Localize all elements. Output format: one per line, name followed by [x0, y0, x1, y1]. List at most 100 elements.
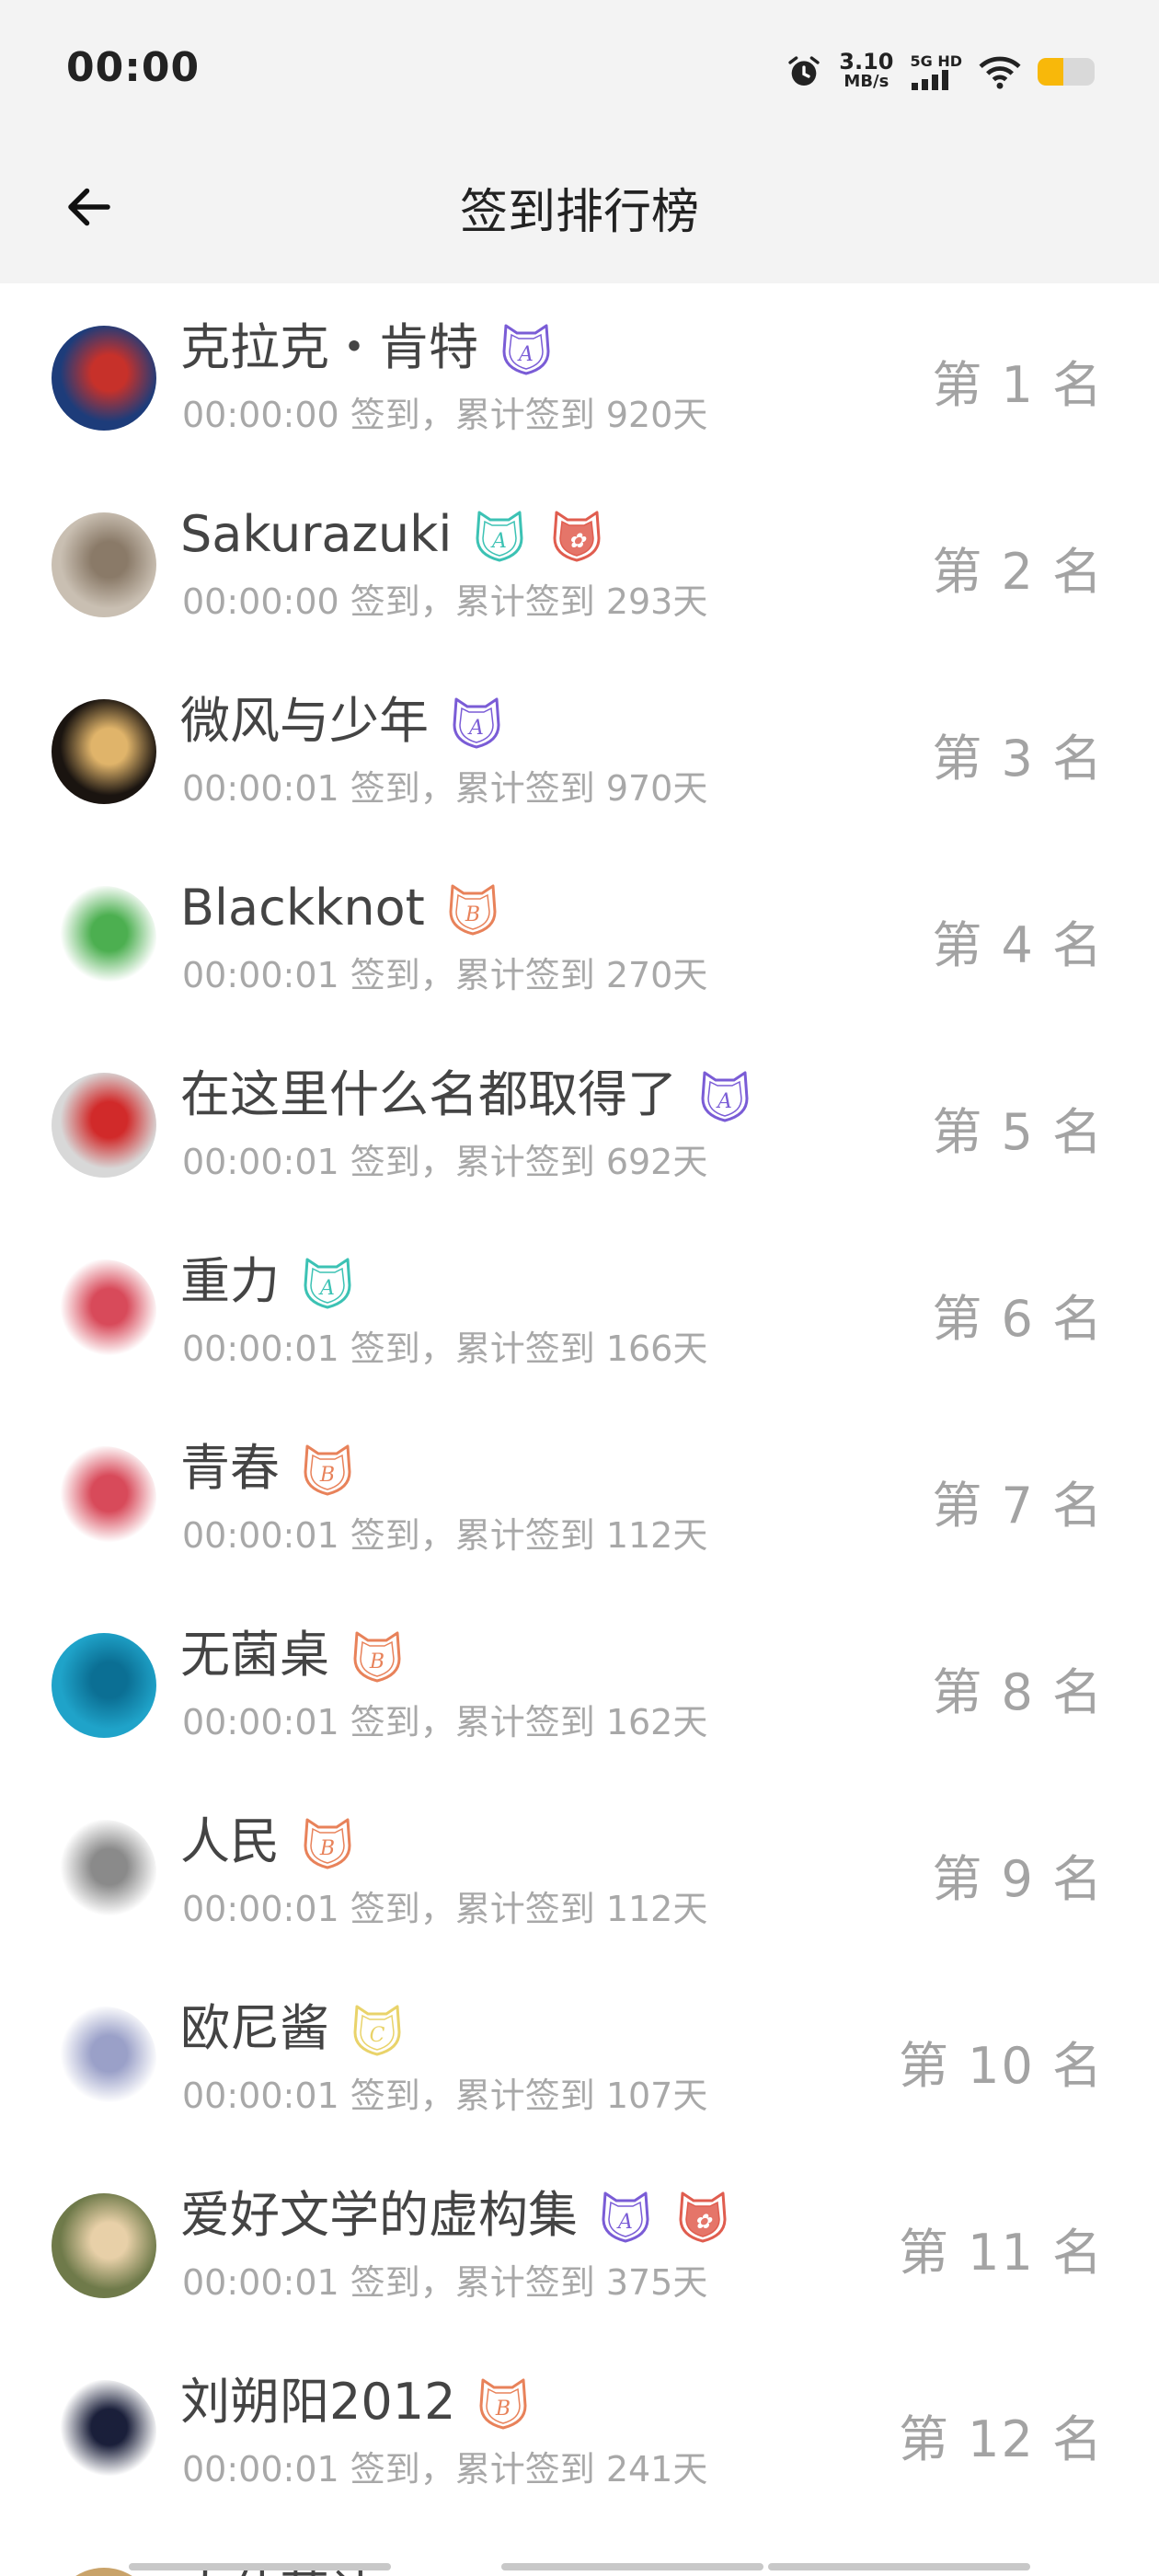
- list-item[interactable]: 重力 A 00:00:01 签到，累计签到 166天 第 6 名: [0, 1217, 1159, 1404]
- scroll-indicator: [768, 2563, 1030, 2570]
- rank-label: 第 1 名: [932, 356, 1104, 414]
- sign-in-info: 00:00:01 签到，累计签到 970天: [182, 768, 708, 809]
- user-name: 克拉克・肯特: [180, 318, 478, 376]
- svg-text:A: A: [616, 2211, 633, 2234]
- sign-in-info: 00:00:01 签到，累计签到 162天: [182, 1702, 708, 1742]
- sign-in-info: 00:00:01 签到，累计签到 241天: [182, 2449, 708, 2490]
- svg-text:B: B: [465, 903, 480, 926]
- rank-label: 第 9 名: [932, 1850, 1104, 1908]
- list-item[interactable]: 欧尼酱 C 00:00:01 签到，累计签到 107天 第 10 名: [0, 1964, 1159, 2151]
- name-line: 刘朔阳2012 B: [180, 2373, 533, 2432]
- sign-in-info: 00:00:00 签到，累计签到 293天: [182, 581, 708, 622]
- svg-text:C: C: [370, 2024, 385, 2047]
- alarm-icon: [788, 56, 820, 86]
- badge-a-purple-icon: A: [701, 1071, 749, 1122]
- user-name: Blackknot: [180, 879, 425, 937]
- user-name: 刘朔阳2012: [180, 2373, 456, 2431]
- user-name: 青春: [180, 1439, 280, 1497]
- avatar[interactable]: [52, 2193, 156, 2298]
- status-time: 00:00: [66, 44, 201, 91]
- badge-special-red-icon: ✿: [679, 2191, 727, 2243]
- list-item[interactable]: 爱好文学的虚构集 A ✿ 00:00:01 签到，累计签到 375天 第 11 名: [0, 2151, 1159, 2338]
- rank-label: 第 7 名: [932, 1477, 1104, 1535]
- sign-in-info: 00:00:01 签到，累计签到 112天: [182, 1889, 708, 1929]
- name-line: 欧尼酱 C: [180, 1999, 407, 2058]
- avatar[interactable]: [52, 699, 156, 804]
- svg-text:✿: ✿: [568, 530, 587, 553]
- avatar[interactable]: [52, 326, 156, 431]
- name-line: 克拉克・肯特 A: [180, 318, 556, 377]
- sign-in-info: 00:00:01 签到，累计签到 166天: [182, 1328, 708, 1369]
- avatar[interactable]: [52, 1820, 156, 1925]
- list-item[interactable]: 微风与少年 A 00:00:01 签到，累计签到 970天 第 3 名: [0, 657, 1159, 844]
- name-line: 爱好文学的虚构集 A ✿: [180, 2186, 732, 2245]
- battery-level: [1038, 58, 1063, 86]
- name-line: 微风与少年 A: [180, 692, 506, 751]
- name-line: 重力 A: [180, 1252, 357, 1311]
- badge-b-orange-icon: B: [479, 2378, 527, 2430]
- svg-text:A: A: [318, 1277, 335, 1300]
- speed-unit: MB/s: [843, 72, 889, 91]
- list-item[interactable]: 人民 B 00:00:01 签到，累计签到 112天 第 9 名: [0, 1777, 1159, 1964]
- svg-text:A: A: [490, 530, 507, 553]
- avatar[interactable]: [52, 1446, 156, 1551]
- svg-text:A: A: [467, 717, 484, 740]
- rank-label: 第 3 名: [932, 730, 1104, 788]
- list-item[interactable]: 在这里什么名都取得了 A 00:00:01 签到，累计签到 692天 第 5 名: [0, 1030, 1159, 1217]
- ranking-list: 克拉克・肯特 A 00:00:00 签到，累计签到 920天 第 1 名 Sakuraz…: [0, 283, 1159, 2524]
- user-name: 无菌桌: [180, 1626, 329, 1684]
- app-header: 签到排行榜: [0, 138, 1159, 283]
- rank-label: 第 8 名: [932, 1663, 1104, 1721]
- name-line: 无菌桌 B: [180, 1626, 407, 1685]
- sign-in-info: 00:00:01 签到，累计签到 112天: [182, 1515, 708, 1556]
- list-item[interactable]: 克拉克・肯特 A 00:00:00 签到，累计签到 920天 第 1 名: [0, 283, 1159, 470]
- network-speed: 3.10 MB/s: [839, 51, 893, 92]
- battery-icon: [1038, 58, 1095, 86]
- svg-text:B: B: [319, 1837, 335, 1860]
- sign-in-info: 00:00:01 签到，累计签到 375天: [182, 2262, 708, 2303]
- name-line: Sakurazuki A ✿: [180, 505, 606, 564]
- avatar[interactable]: [52, 1073, 156, 1178]
- avatar[interactable]: [52, 886, 156, 991]
- rank-label: 第 10 名: [898, 2037, 1104, 2095]
- status-icons: 3.10 MB/s 5G HD: [786, 48, 1095, 96]
- badge-c-yellow-icon: C: [353, 2005, 401, 2056]
- badge-b-orange-icon: B: [449, 884, 497, 936]
- list-item[interactable]: Sakurazuki A ✿ 00:00:00 签到，累计签到 293天 第 2 名: [0, 470, 1159, 657]
- svg-text:A: A: [517, 343, 534, 366]
- rank-label: 第 12 名: [898, 2410, 1104, 2468]
- user-name: 在这里什么名都取得了: [180, 1065, 677, 1123]
- list-item[interactable]: Blackknot B 00:00:01 签到，累计签到 270天 第 4 名: [0, 844, 1159, 1030]
- badge-b-orange-icon: B: [353, 1631, 401, 1683]
- name-line: 在这里什么名都取得了 A: [180, 1065, 754, 1124]
- badge-a-teal-icon: A: [304, 1258, 351, 1309]
- rank-label: 第 6 名: [932, 1290, 1104, 1348]
- list-item[interactable]: 无菌桌 B 00:00:01 签到，累计签到 162天 第 8 名: [0, 1591, 1159, 1777]
- page-title: 签到排行榜: [459, 185, 699, 240]
- name-line: Blackknot B: [180, 879, 502, 937]
- badge-a-purple-icon: A: [502, 324, 550, 375]
- svg-text:✿: ✿: [694, 2211, 713, 2234]
- scroll-indicator: [129, 2563, 391, 2570]
- name-line: 青春 B: [180, 1439, 357, 1498]
- svg-text:B: B: [319, 1464, 335, 1487]
- badge-a-teal-icon: A: [476, 511, 523, 562]
- user-name: 爱好文学的虚构集: [180, 2186, 578, 2244]
- signal-bars-icon: [912, 70, 949, 90]
- avatar[interactable]: [52, 512, 156, 617]
- avatar[interactable]: [52, 2007, 156, 2111]
- sign-in-info: 00:00:01 签到，累计签到 692天: [182, 1142, 708, 1182]
- badge-b-orange-icon: B: [304, 1444, 351, 1496]
- badge-special-red-icon: ✿: [553, 511, 601, 562]
- avatar[interactable]: [52, 1259, 156, 1364]
- avatar[interactable]: [52, 1633, 156, 1738]
- list-item[interactable]: 青春 B 00:00:01 签到，累计签到 112天 第 7 名: [0, 1404, 1159, 1591]
- user-name: 微风与少年: [180, 692, 429, 750]
- scroll-indicator: [501, 2563, 763, 2570]
- badge-b-orange-icon: B: [304, 1818, 351, 1869]
- badge-a-purple-icon: A: [602, 2191, 649, 2243]
- avatar[interactable]: [52, 2380, 156, 2485]
- user-name: 人民: [180, 1812, 280, 1870]
- status-bar: 00:00 3.10 MB/s 5G HD: [0, 0, 1159, 138]
- list-item[interactable]: 刘朔阳2012 B 00:00:01 签到，累计签到 241天 第 12 名: [0, 2338, 1159, 2524]
